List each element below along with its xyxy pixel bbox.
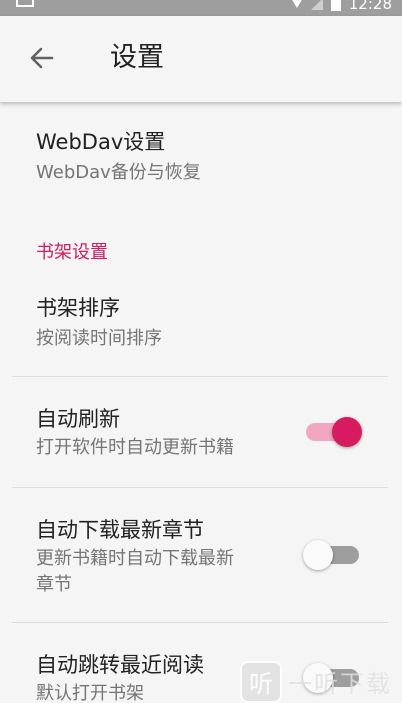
back-button[interactable] (22, 38, 62, 78)
status-bar: 12:28 (0, 0, 402, 16)
pref-title: 自动跳转最近阅读 (36, 653, 204, 677)
pref-bookshelf-sort[interactable]: 书架排序 按阅读时间排序 (0, 276, 402, 376)
pref-webdav[interactable]: WebDav设置 WebDav备份与恢复 (0, 102, 402, 198)
wifi-icon (290, 0, 303, 10)
arrow-left-icon (30, 47, 54, 69)
pref-auto-download[interactable]: 自动下载最新章节 更新书籍时自动下载最新 章节 (0, 488, 402, 622)
pref-auto-refresh[interactable]: 自动刷新 打开软件时自动更新书籍 (0, 377, 402, 487)
pref-summary: 更新书籍时自动下载最新 (36, 548, 234, 569)
pref-summary: 默认打开书架 (36, 683, 144, 703)
page-title: 设置 (110, 42, 164, 73)
watermark-logo: 听 (240, 660, 282, 703)
pref-summary: WebDav备份与恢复 (36, 162, 201, 183)
switch-thumb (332, 417, 362, 447)
pref-title: 自动刷新 (36, 407, 120, 431)
auto-download-switch[interactable] (303, 536, 363, 572)
pref-title: 自动下载最新章节 (36, 518, 204, 542)
auto-refresh-switch[interactable] (304, 413, 364, 449)
toolbar: 设置 (0, 16, 402, 102)
pref-summary: 章节 (36, 574, 72, 595)
switch-thumb (303, 540, 333, 570)
watermark: 听 一听下载 (240, 660, 402, 703)
status-icons: 12:28 (290, 0, 392, 13)
pref-title: WebDav设置 (36, 130, 166, 154)
battery-icon (330, 0, 341, 11)
pref-title: 书架排序 (36, 296, 120, 320)
watermark-text: 一听下载 (288, 670, 392, 698)
pref-summary: 按阅读时间排序 (36, 328, 162, 349)
pref-summary: 打开软件时自动更新书籍 (36, 437, 234, 458)
signal-icon (310, 0, 323, 10)
category-bookshelf: 书架设置 (36, 242, 108, 263)
image-icon (16, 0, 34, 7)
status-time: 12:28 (348, 0, 392, 13)
